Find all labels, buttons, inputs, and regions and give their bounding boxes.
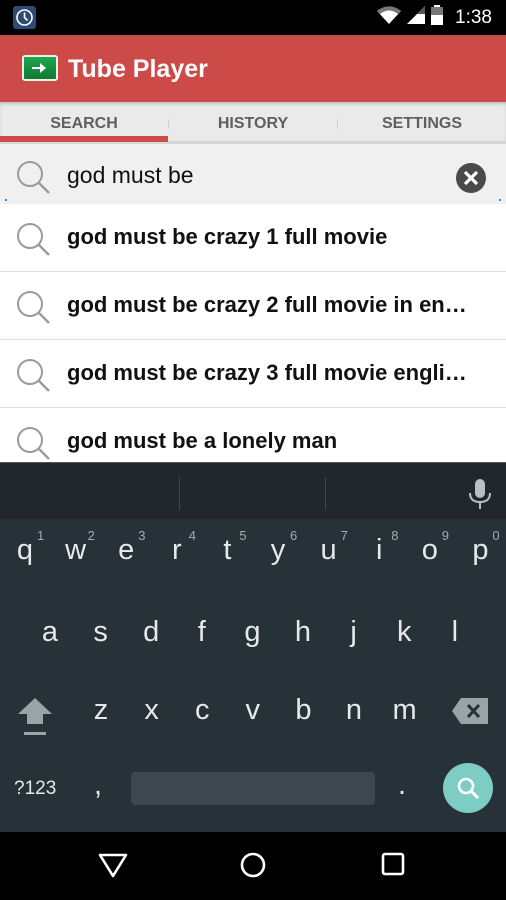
key-hint-6: 6 — [290, 528, 298, 543]
tube-player-logo-icon — [22, 55, 58, 81]
clock-app-icon — [13, 6, 36, 29]
status-time: 1:38 — [455, 6, 492, 28]
back-icon — [98, 853, 128, 878]
key-hint-7: 7 — [340, 528, 348, 543]
key-j[interactable]: j — [329, 616, 379, 649]
app-bar: Tube Player — [0, 35, 506, 102]
clear-icon — [463, 170, 479, 186]
suggestion-text: god must be crazy 1 full movie — [67, 224, 388, 249]
search-icon — [15, 425, 51, 462]
key-b[interactable]: b — [278, 694, 328, 727]
key-hint-5: 5 — [239, 528, 247, 543]
field-underline-mark — [499, 199, 501, 201]
strip-divider — [325, 477, 326, 510]
period-key[interactable]: . — [398, 769, 406, 802]
key-z[interactable]: z — [76, 694, 126, 727]
navigation-bar — [0, 832, 506, 900]
key-x[interactable]: x — [127, 694, 177, 727]
search-input[interactable] — [67, 158, 437, 192]
key-c[interactable]: c — [177, 694, 227, 727]
symbols-key[interactable]: ?123 — [14, 778, 56, 800]
recents-icon — [381, 852, 405, 876]
suggestion-item[interactable]: god must be crazy 1 full movie — [0, 204, 506, 272]
comma-key[interactable]: , — [94, 769, 102, 802]
suggestion-item[interactable]: god must be a lonely man — [0, 408, 506, 462]
app-title: Tube Player — [68, 55, 208, 83]
search-icon — [457, 777, 480, 800]
key-hint-3: 3 — [138, 528, 146, 543]
clear-search-button[interactable] — [456, 163, 486, 193]
cell-signal-icon — [407, 6, 426, 29]
search-icon — [15, 357, 51, 398]
suggestion-text: god must be a lonely man — [67, 428, 338, 453]
key-v[interactable]: v — [228, 694, 278, 727]
strip-divider — [179, 477, 180, 510]
recents-button[interactable] — [381, 852, 405, 881]
key-k[interactable]: k — [379, 616, 429, 649]
suggestion-text: god must be crazy 3 full movie engli… — [67, 360, 467, 385]
key-hint-9: 9 — [441, 528, 450, 543]
microphone-icon[interactable] — [468, 479, 492, 514]
key-g[interactable]: g — [227, 616, 277, 649]
key-f[interactable]: f — [177, 616, 227, 649]
search-icon — [15, 221, 51, 262]
status-bar: 1:38 — [0, 0, 506, 35]
key-a[interactable]: a — [25, 616, 75, 649]
tab-history[interactable]: HISTORY — [169, 102, 337, 144]
suggestion-item[interactable]: god must be crazy 2 full movie in en… — [0, 272, 506, 340]
search-icon — [15, 159, 51, 200]
key-h[interactable]: h — [278, 616, 328, 649]
suggestion-text: god must be crazy 2 full movie in en… — [67, 292, 467, 317]
suggestion-list: god must be crazy 1 full movie god must … — [0, 204, 506, 462]
search-icon — [15, 289, 51, 330]
key-m[interactable]: m — [380, 694, 430, 727]
shift-key[interactable] — [16, 696, 54, 743]
tab-selected-indicator — [0, 136, 168, 142]
key-d[interactable]: d — [126, 616, 176, 649]
key-l[interactable]: l — [430, 616, 480, 649]
backspace-key[interactable] — [452, 698, 488, 729]
key-hint-2: 2 — [87, 528, 95, 543]
search-bar — [0, 144, 506, 204]
key-hint-8: 8 — [391, 528, 399, 543]
home-button[interactable] — [240, 852, 266, 883]
field-underline-mark — [5, 199, 7, 201]
battery-icon — [431, 5, 444, 30]
soft-keyboard: ?123 , . q1w2e3r4t5y6u7i8o9p0asdfghjklzx… — [0, 462, 506, 832]
suggestion-strip — [0, 462, 506, 519]
search-action-key[interactable] — [443, 763, 493, 813]
wifi-icon — [377, 6, 402, 29]
back-button[interactable] — [98, 852, 128, 883]
tab-settings[interactable]: SETTINGS — [338, 102, 506, 144]
space-key[interactable] — [131, 772, 375, 805]
key-hint-1: 1 — [37, 528, 45, 543]
key-hint-0: 0 — [492, 528, 500, 543]
home-icon — [240, 852, 266, 878]
key-s[interactable]: s — [76, 616, 126, 649]
key-n[interactable]: n — [329, 694, 379, 727]
suggestion-item[interactable]: god must be crazy 3 full movie engli… — [0, 340, 506, 408]
key-hint-4: 4 — [188, 528, 197, 543]
